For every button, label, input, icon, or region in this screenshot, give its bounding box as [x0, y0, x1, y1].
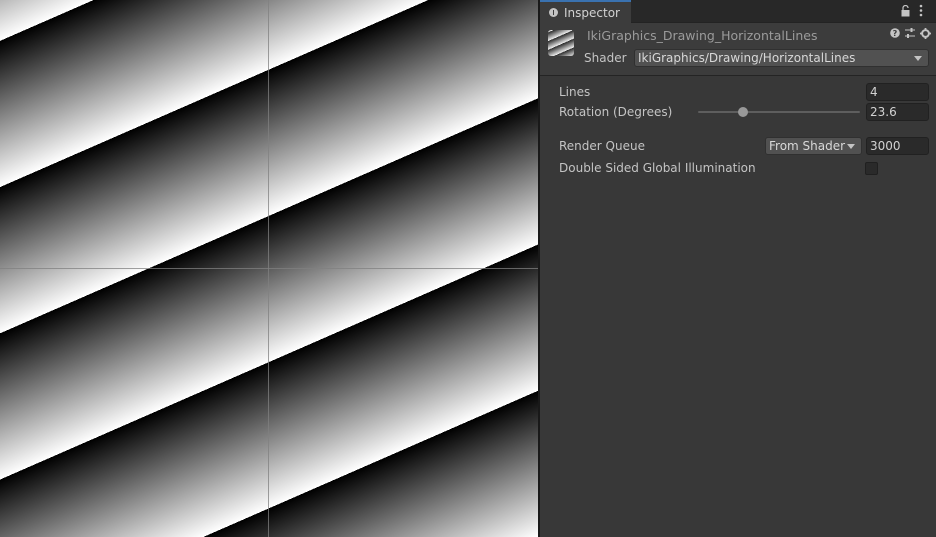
- rotation-field[interactable]: 23.6: [866, 103, 929, 121]
- shader-label: Shader: [584, 51, 627, 65]
- dropdown-arrow-icon: [914, 56, 922, 61]
- info-icon: [549, 8, 558, 17]
- render-queue-label: Render Queue: [559, 139, 645, 153]
- render-queue-value: 3000: [870, 139, 901, 153]
- gear-icon[interactable]: [920, 28, 931, 39]
- double-sided-gi-checkbox[interactable]: [865, 162, 878, 175]
- rotation-value: 23.6: [870, 105, 897, 119]
- lines-value: 4: [870, 85, 878, 99]
- help-icon[interactable]: ?: [890, 28, 900, 38]
- lines-field[interactable]: 4: [866, 83, 929, 101]
- rotation-slider-track[interactable]: [698, 111, 860, 113]
- svg-text:?: ?: [893, 29, 898, 38]
- tab-inspector-label: Inspector: [564, 6, 620, 20]
- material-name: IkiGraphics_Drawing_HorizontalLines: [587, 28, 818, 43]
- shader-dropdown[interactable]: IkiGraphics/Drawing/HorizontalLines: [634, 49, 929, 67]
- inspector-panel: Inspector IkiGraphics_Drawing_Horizontal…: [540, 0, 936, 537]
- rotation-label: Rotation (Degrees): [559, 105, 673, 119]
- tab-inspector[interactable]: Inspector: [540, 0, 631, 23]
- tab-strip: Inspector: [540, 0, 936, 23]
- lock-icon[interactable]: [901, 5, 910, 17]
- rotation-slider-thumb[interactable]: [738, 107, 748, 117]
- scene-viewport[interactable]: [0, 0, 538, 537]
- preset-icon[interactable]: [905, 28, 915, 38]
- render-queue-mode: From Shader: [769, 139, 846, 153]
- shader-dropdown-value: IkiGraphics/Drawing/HorizontalLines: [638, 51, 856, 65]
- material-header: IkiGraphics_Drawing_HorizontalLines ? Sh…: [540, 23, 936, 76]
- kebab-menu-icon[interactable]: [919, 4, 923, 17]
- dropdown-arrow-icon: [847, 144, 855, 149]
- grid-line-horizontal: [0, 268, 538, 269]
- double-sided-gi-label: Double Sided Global Illumination: [559, 161, 756, 175]
- render-queue-field[interactable]: 3000: [866, 137, 929, 155]
- lines-label: Lines: [559, 85, 591, 99]
- render-queue-dropdown[interactable]: From Shader: [765, 137, 862, 155]
- material-preview-icon: [548, 30, 574, 56]
